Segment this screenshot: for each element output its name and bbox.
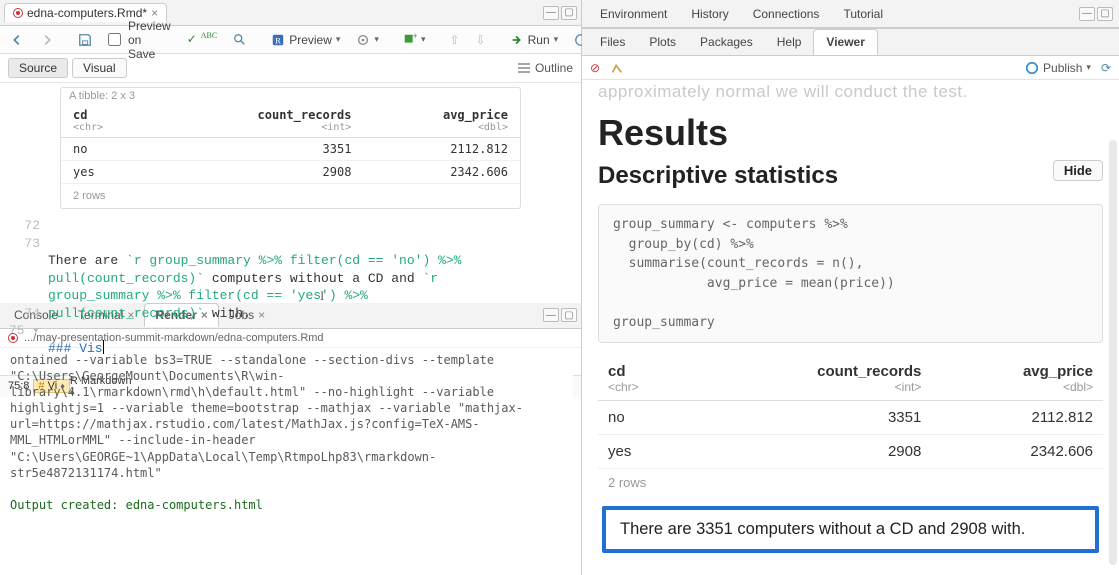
ibeam-cursor-icon: I xyxy=(320,287,324,305)
source-file-tabbar: edna-computers.Rmd* × — ▢ xyxy=(0,0,581,26)
tibble-dim-note: A tibble: 2 x 3 xyxy=(61,88,520,104)
pane-window-buttons: — ▢ xyxy=(1079,7,1113,21)
insert-chunk-icon[interactable]: +▾ xyxy=(399,31,430,49)
spellcheck-icon[interactable]: ✓ABC xyxy=(183,30,222,49)
visual-mode-button[interactable]: Visual xyxy=(72,58,126,78)
source-toolbar: Preview on Save ✓ABC R Preview ▾ ▾ +▾ ⇧ … xyxy=(0,26,581,54)
tab-history[interactable]: History xyxy=(679,2,740,26)
viewer-rowcount: 2 rows xyxy=(598,469,1103,496)
hide-code-button[interactable]: Hide xyxy=(1053,160,1103,181)
col-avg-price: avg_price<dbl> xyxy=(363,104,520,138)
tab-files[interactable]: Files xyxy=(588,30,637,54)
forward-nav-icon[interactable] xyxy=(36,31,58,49)
viewer-pane[interactable]: approximately normal we will conduct the… xyxy=(582,80,1119,575)
render-output[interactable]: ontained --variable bs3=TRUE --standalon… xyxy=(0,348,581,575)
tab-viewer[interactable]: Viewer xyxy=(813,29,877,55)
table-row: yes 2908 2342.606 xyxy=(61,161,520,184)
tibble-rowcount: 2 rows xyxy=(61,184,520,208)
source-mode-button[interactable]: Source xyxy=(8,58,68,78)
preview-on-save-checkbox[interactable] xyxy=(108,33,121,46)
tab-connections[interactable]: Connections xyxy=(741,2,832,26)
clear-viewer-icon[interactable] xyxy=(610,61,624,75)
svg-text:+: + xyxy=(413,33,417,41)
viewer-toolbar: ⊘ Publish▾ ⟳ xyxy=(582,56,1119,80)
tab-environment[interactable]: Environment xyxy=(588,2,679,26)
rmd-file-icon xyxy=(13,8,23,18)
prev-paragraph-fragment: approximately normal we will conduct the… xyxy=(598,80,1103,102)
maximize-pane-icon[interactable]: ▢ xyxy=(561,6,577,20)
run-button[interactable]: Run ▾ xyxy=(506,31,563,49)
env-tabbar: Environment History Connections Tutorial… xyxy=(582,0,1119,28)
pane-window-buttons: — ▢ xyxy=(543,6,577,20)
back-nav-icon[interactable] xyxy=(6,31,28,49)
save-icon[interactable] xyxy=(74,31,96,49)
inline-output-tibble: A tibble: 2 x 3 cd<chr> count_records<in… xyxy=(60,87,521,209)
minimize-pane-icon[interactable]: — xyxy=(1079,7,1095,21)
publish-button[interactable]: Publish▾ xyxy=(1025,61,1091,75)
inline-result-sentence: There are 3351 computers without a CD an… xyxy=(602,506,1099,553)
table-row: yes 2908 2342.606 xyxy=(598,435,1103,469)
tab-packages[interactable]: Packages xyxy=(688,30,765,54)
outline-button[interactable]: Outline xyxy=(517,61,573,75)
viewer-code-chunk: group_summary <- computers %>% group_by(… xyxy=(598,204,1103,343)
knit-preview-button[interactable]: R Preview ▾ xyxy=(267,31,344,49)
viewer-summary-table: cd count_records avg_price <chr> <int> <… xyxy=(598,355,1103,469)
remove-viewer-icon[interactable]: ⊘ xyxy=(590,61,600,75)
col-count-records: count_records<int> xyxy=(156,104,363,138)
go-next-chunk-icon[interactable]: ⇩ xyxy=(472,31,490,49)
knit-options-icon[interactable]: ▾ xyxy=(352,31,383,49)
line-gutter: 72737475 ▾ xyxy=(0,217,48,375)
minimize-pane-icon[interactable]: — xyxy=(543,6,559,20)
source-visual-switch: Source Visual Outline xyxy=(0,54,581,83)
go-prev-chunk-icon[interactable]: ⇧ xyxy=(445,31,463,49)
tab-help[interactable]: Help xyxy=(765,30,814,54)
rmd-file-icon xyxy=(8,333,18,343)
svg-text:R: R xyxy=(275,35,281,45)
col-cd: cd<chr> xyxy=(61,104,156,138)
table-row: no 3351 2112.812 xyxy=(598,401,1103,435)
tab-tutorial[interactable]: Tutorial xyxy=(831,2,895,26)
source-editor[interactable]: 72737475 ▾ There are `r group_summary %>… xyxy=(0,217,581,375)
viewer-h1-results: Results xyxy=(598,112,1103,154)
table-row: no 3351 2112.812 xyxy=(61,138,520,161)
text-cursor xyxy=(103,340,104,354)
scrollbar[interactable] xyxy=(1109,140,1117,565)
viewer-tabbar: Files Plots Packages Help Viewer xyxy=(582,28,1119,56)
viewer-h2-descriptive: Descriptive statistics Hide xyxy=(598,162,1103,190)
render-success-line: Output created: edna-computers.html xyxy=(10,498,263,512)
refresh-viewer-icon[interactable]: ⟳ xyxy=(1101,61,1111,75)
maximize-pane-icon[interactable]: ▢ xyxy=(1097,7,1113,21)
find-icon[interactable] xyxy=(229,31,251,49)
tab-plots[interactable]: Plots xyxy=(637,30,688,54)
